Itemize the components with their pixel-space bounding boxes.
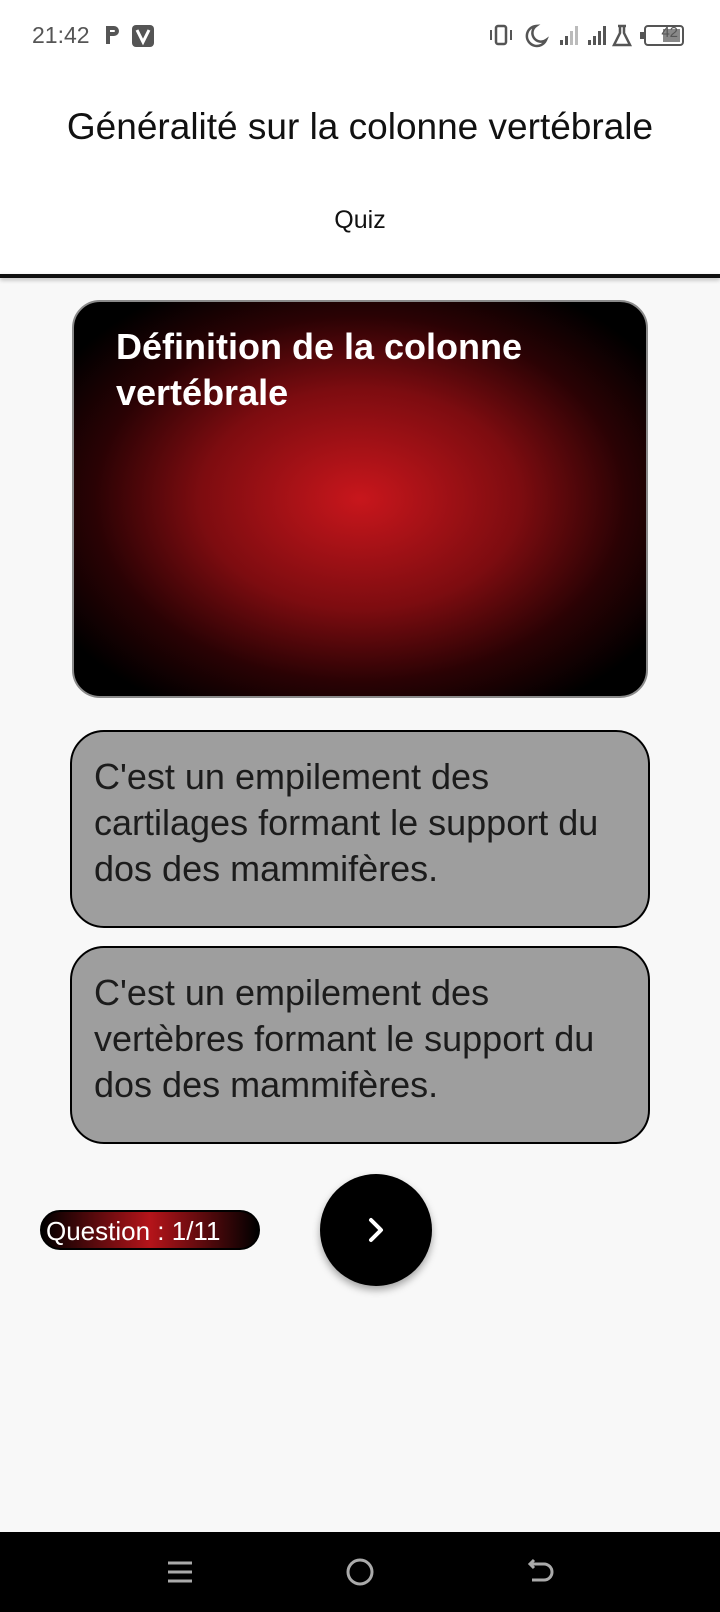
status-notification-icons <box>104 22 164 50</box>
answer-text: C'est un empilement des cartilages forma… <box>94 756 599 889</box>
chevron-right-icon <box>369 1218 383 1242</box>
home-button[interactable] <box>340 1552 380 1592</box>
quiz-screen: 21:42 42 Généralité sur la colonne verté… <box>0 0 720 1612</box>
tab-quiz[interactable]: Quiz <box>0 206 720 235</box>
status-system-icons: 42 <box>488 22 688 50</box>
answer-option-2[interactable]: C'est un empilement des vertèbres forman… <box>70 946 650 1144</box>
home-icon <box>346 1558 374 1586</box>
question-counter-label: Question : 1/11 <box>46 1216 221 1246</box>
answer-text: C'est un empilement des vertèbres forman… <box>94 972 595 1105</box>
vibrate-icon <box>490 24 512 46</box>
question-card: Définition de la colonne vertébrale <box>72 300 648 698</box>
flask-icon <box>611 24 633 47</box>
status-time: 21:42 <box>32 22 90 48</box>
back-icon <box>527 1558 554 1582</box>
page-title: Généralité sur la colonne vertébrale <box>66 106 654 147</box>
answer-option-1[interactable]: C'est un empilement des cartilages forma… <box>70 730 650 928</box>
next-question-button[interactable] <box>320 1174 432 1286</box>
battery-level: 42 <box>661 24 678 41</box>
back-button[interactable] <box>520 1552 560 1592</box>
signal-icon <box>560 26 578 45</box>
moon-icon <box>525 24 549 48</box>
status-bar: 21:42 42 <box>0 0 720 70</box>
question-text: Définition de la colonne vertébrale <box>116 326 523 413</box>
p-icon <box>106 26 119 44</box>
app-header: Généralité sur la colonne vertébrale Qui… <box>0 70 720 274</box>
v-app-icon <box>132 25 154 47</box>
system-navigation-bar <box>0 1532 720 1612</box>
header-divider <box>0 274 720 278</box>
menu-icon <box>168 1561 192 1583</box>
menu-button[interactable] <box>160 1552 200 1592</box>
signal-icon <box>588 26 606 45</box>
question-counter: Question : 1/11 <box>40 1210 260 1250</box>
